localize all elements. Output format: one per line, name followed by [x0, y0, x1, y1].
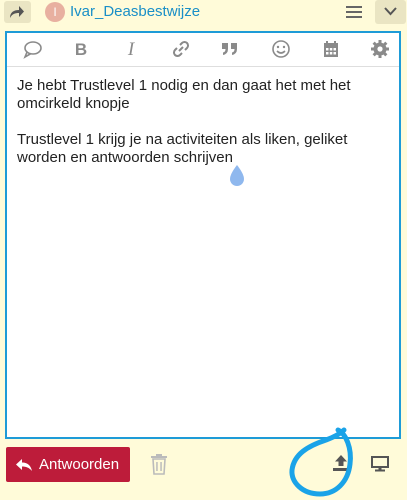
trash-icon[interactable]	[150, 453, 168, 475]
reply-to-username[interactable]: Ivar_Deasbestwijze	[70, 3, 200, 20]
editor-toolbar: B I	[7, 33, 399, 67]
composer-menu-button[interactable]	[339, 1, 369, 23]
italic-icon[interactable]: I	[120, 39, 142, 61]
bold-icon[interactable]: B	[70, 39, 92, 61]
reply-button[interactable]: Antwoorden	[6, 447, 130, 482]
reply-arrow-icon	[16, 459, 32, 471]
annotation-circle	[289, 427, 353, 497]
collapse-button[interactable]	[375, 0, 406, 24]
reply-button-label: Antwoorden	[39, 456, 120, 473]
link-icon[interactable]	[171, 39, 193, 61]
quote-bubble-icon[interactable]	[23, 39, 45, 61]
blockquote-icon[interactable]	[220, 39, 242, 61]
editor-paragraph: Je hebt Trustlevel 1 nodig en dan gaat h…	[17, 77, 351, 112]
gear-icon[interactable]	[370, 39, 392, 61]
composer-header: I Ivar_Deasbestwijze	[0, 0, 407, 26]
hamburger-icon	[346, 6, 362, 18]
editor-panel: B I Je hebt Trustlevel 1 nodig en dan ga…	[5, 31, 401, 439]
reply-to-button[interactable]	[4, 1, 31, 23]
editor-paragraph: Trustlevel 1 krijg je na activiteiten al…	[17, 131, 348, 166]
avatar: I	[45, 2, 65, 22]
calendar-icon[interactable]	[321, 39, 343, 61]
monitor-icon[interactable]	[371, 456, 389, 472]
text-cursor-handle-icon[interactable]	[227, 164, 247, 188]
share-arrow-icon	[10, 6, 24, 18]
chevron-down-icon	[384, 7, 397, 16]
emoji-icon[interactable]	[271, 39, 293, 61]
editor-textarea[interactable]: Je hebt Trustlevel 1 nodig en dan gaat h…	[17, 77, 387, 185]
